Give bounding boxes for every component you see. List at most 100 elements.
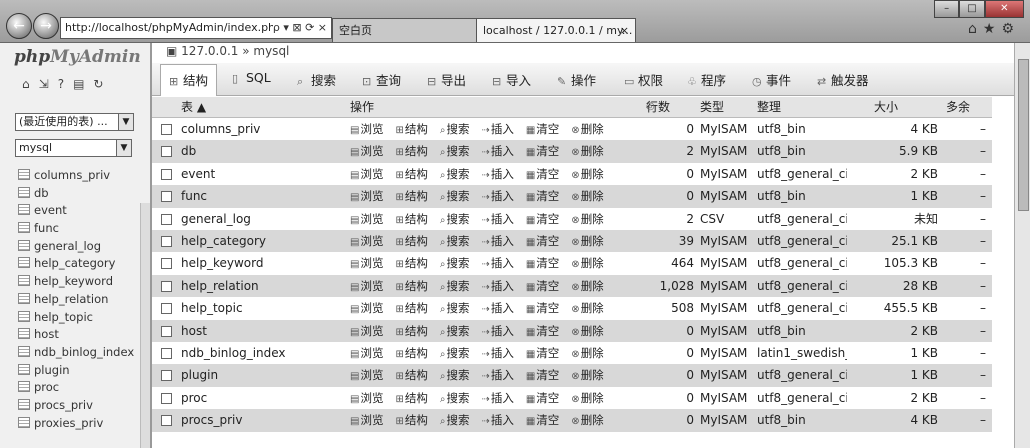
address-bar[interactable]: http://localhost/phpMyAdmin/index.php?db… xyxy=(60,17,332,39)
row-size[interactable]: 1 KB xyxy=(910,364,938,386)
browse-action[interactable]: ▤浏览 xyxy=(350,279,389,293)
browse-action[interactable]: ▤浏览 xyxy=(350,122,389,136)
drop-action[interactable]: ⊗删除 xyxy=(571,234,609,248)
row-checkbox[interactable] xyxy=(161,280,172,292)
structure-action[interactable]: ⊞结构 xyxy=(395,144,433,158)
empty-action[interactable]: ▦清空 xyxy=(526,391,565,405)
table-name-link[interactable]: proc xyxy=(181,387,207,409)
phpmyadmin-logo[interactable]: phpMyAdmin xyxy=(14,47,141,67)
main-scrollbar[interactable] xyxy=(1014,43,1030,448)
star-icon[interactable]: ★ xyxy=(983,21,1002,37)
search-action[interactable]: ⌕搜索 xyxy=(440,346,476,360)
empty-action[interactable]: ▦清空 xyxy=(526,346,565,360)
sidebar-item-func[interactable]: func xyxy=(18,220,134,238)
sidebar-item-db[interactable]: db xyxy=(18,185,134,203)
browse-action[interactable]: ▤浏览 xyxy=(350,368,389,382)
structure-action[interactable]: ⊞结构 xyxy=(395,391,433,405)
search-action[interactable]: ⌕搜索 xyxy=(440,189,476,203)
tab-structure[interactable]: ⊞ 结构 xyxy=(160,64,218,96)
close-icon[interactable]: × xyxy=(620,19,629,42)
empty-action[interactable]: ▦清空 xyxy=(526,189,565,203)
tab-triggers[interactable]: ⇄ 触发器 xyxy=(817,70,869,89)
sidebar-item-proc[interactable]: proc xyxy=(18,379,134,397)
search-action[interactable]: ⌕搜索 xyxy=(440,301,476,315)
col-overhead[interactable]: 多余 xyxy=(946,97,970,117)
tab-phpmyadmin[interactable]: localhost / 127.0.0.1 / my... × xyxy=(476,18,636,42)
row-checkbox[interactable] xyxy=(161,392,172,404)
row-checkbox[interactable] xyxy=(161,258,172,270)
minimize-button[interactable]: – xyxy=(934,0,960,18)
table-name-link[interactable]: db xyxy=(181,140,196,162)
row-size[interactable]: 2 KB xyxy=(910,387,938,409)
structure-action[interactable]: ⊞结构 xyxy=(395,346,433,360)
insert-action[interactable]: ⇢插入 xyxy=(481,391,519,405)
structure-action[interactable]: ⊞结构 xyxy=(395,279,433,293)
drop-action[interactable]: ⊗删除 xyxy=(571,189,609,203)
insert-action[interactable]: ⇢插入 xyxy=(481,301,519,315)
drop-action[interactable]: ⊗删除 xyxy=(571,324,609,338)
tab-operations[interactable]: ✎ 操作 xyxy=(557,70,596,89)
empty-action[interactable]: ▦清空 xyxy=(526,212,565,226)
row-size[interactable]: 4 KB xyxy=(910,118,938,140)
drop-action[interactable]: ⊗删除 xyxy=(571,301,609,315)
drop-action[interactable]: ⊗删除 xyxy=(571,346,609,360)
scrollbar-thumb[interactable] xyxy=(1018,59,1029,211)
search-action[interactable]: ⌕搜索 xyxy=(440,234,476,248)
table-name-link[interactable]: help_relation xyxy=(181,275,259,297)
row-checkbox[interactable] xyxy=(161,348,172,359)
table-name-link[interactable]: ndb_binlog_index xyxy=(181,342,286,364)
row-size[interactable]: 未知 xyxy=(914,208,938,230)
drop-action[interactable]: ⊗删除 xyxy=(571,212,609,226)
database-select[interactable]: mysql ▼ xyxy=(15,139,132,157)
browse-action[interactable]: ▤浏览 xyxy=(350,167,389,181)
tab-query[interactable]: ⊡ 查询 xyxy=(362,70,401,89)
structure-action[interactable]: ⊞结构 xyxy=(395,234,433,248)
row-checkbox[interactable] xyxy=(161,124,172,135)
drop-action[interactable]: ⊗删除 xyxy=(571,391,609,405)
row-size[interactable]: 5.9 KB xyxy=(899,140,938,162)
search-action[interactable]: ⌕搜索 xyxy=(440,212,476,226)
drop-action[interactable]: ⊗删除 xyxy=(571,368,609,382)
search-action[interactable]: ⌕搜索 xyxy=(440,324,476,338)
insert-action[interactable]: ⇢插入 xyxy=(481,167,519,181)
row-size[interactable]: 2 KB xyxy=(910,320,938,342)
sidebar-item-ndb-binlog-index[interactable]: ndb_binlog_index xyxy=(18,344,134,362)
row-size[interactable]: 1 KB xyxy=(910,185,938,207)
tab-blank[interactable]: 空白页 xyxy=(332,18,480,42)
sidebar-item-procs-priv[interactable]: procs_priv xyxy=(18,397,134,415)
structure-action[interactable]: ⊞结构 xyxy=(395,301,433,315)
home-icon[interactable]: ⌂ xyxy=(968,21,983,37)
insert-action[interactable]: ⇢插入 xyxy=(481,122,519,136)
structure-action[interactable]: ⊞结构 xyxy=(395,256,433,270)
home-icon[interactable]: ⌂ xyxy=(22,77,39,91)
row-checkbox[interactable] xyxy=(161,303,172,315)
exit-icon[interactable]: ⇲ xyxy=(39,77,58,91)
empty-action[interactable]: ▦清空 xyxy=(526,324,565,338)
empty-action[interactable]: ▦清空 xyxy=(526,167,565,181)
row-size[interactable]: 28 KB xyxy=(903,275,938,297)
col-type[interactable]: 类型 xyxy=(700,97,724,117)
drop-action[interactable]: ⊗删除 xyxy=(571,167,609,181)
col-size[interactable]: 大小 xyxy=(874,97,898,117)
structure-action[interactable]: ⊞结构 xyxy=(395,189,433,203)
insert-action[interactable]: ⇢插入 xyxy=(481,324,519,338)
browse-action[interactable]: ▤浏览 xyxy=(350,413,389,427)
drop-action[interactable]: ⊗删除 xyxy=(571,413,609,427)
tab-export[interactable]: ⊟ 导出 xyxy=(427,70,466,89)
search-action[interactable]: ⌕搜索 xyxy=(440,413,476,427)
browse-action[interactable]: ▤浏览 xyxy=(350,189,389,203)
sidebar-item-proxies-priv[interactable]: proxies_priv xyxy=(18,415,134,433)
sidebar-item-help-keyword[interactable]: help_keyword xyxy=(18,273,134,291)
row-size[interactable]: 455.5 KB xyxy=(884,297,938,319)
browse-action[interactable]: ▤浏览 xyxy=(350,346,389,360)
col-collation[interactable]: 整理 xyxy=(757,97,781,117)
empty-action[interactable]: ▦清空 xyxy=(526,234,565,248)
reload-icon[interactable]: ↻ xyxy=(93,77,112,91)
drop-action[interactable]: ⊗删除 xyxy=(571,144,609,158)
tab-sql[interactable]: ▯ SQL xyxy=(232,70,271,85)
search-action[interactable]: ⌕搜索 xyxy=(440,368,476,382)
empty-action[interactable]: ▦清空 xyxy=(526,279,565,293)
drop-action[interactable]: ⊗删除 xyxy=(571,256,609,270)
table-name-link[interactable]: plugin xyxy=(181,364,218,386)
browse-action[interactable]: ▤浏览 xyxy=(350,324,389,338)
